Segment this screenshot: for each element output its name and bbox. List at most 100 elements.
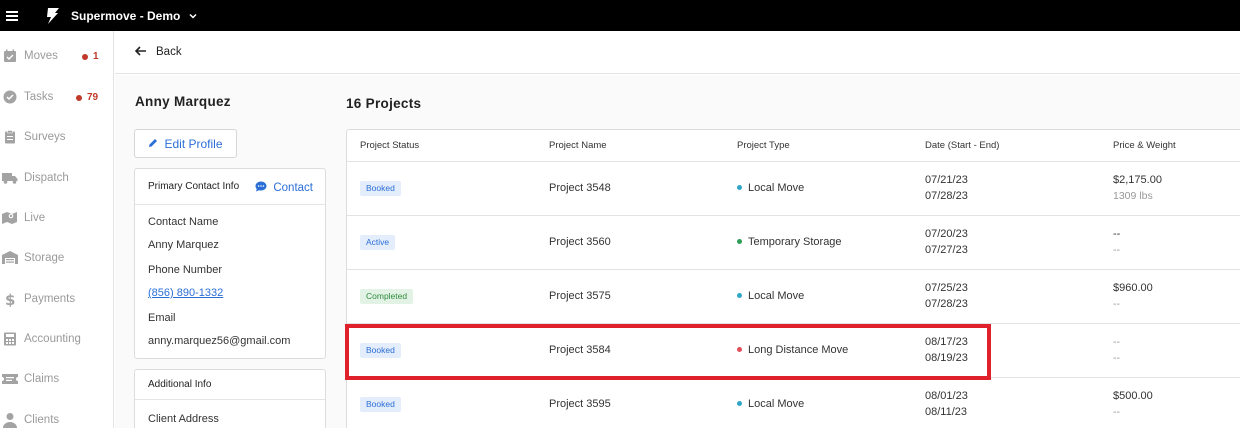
project-name[interactable]: Project 3560: [549, 236, 611, 248]
email-label: Email: [148, 312, 176, 324]
contact-name-value: Anny Marquez: [148, 239, 219, 251]
calculator-icon: [2, 331, 18, 347]
warehouse-icon: [2, 250, 18, 266]
project-start-date: 07/25/23: [925, 282, 968, 294]
map-icon: [2, 210, 18, 226]
sidebar-item-label: Accounting: [24, 333, 81, 345]
project-weight: --: [1113, 298, 1120, 310]
sidebar-item-dispatch[interactable]: Dispatch: [0, 168, 114, 188]
menu-icon[interactable]: [6, 10, 18, 21]
project-type: Local Move: [737, 182, 804, 194]
sidebar-item-accounting[interactable]: Accounting: [0, 329, 114, 349]
table-row[interactable]: Booked Project 3548 Local Move 07/21/23 …: [347, 162, 1240, 216]
project-end-date: 08/19/23: [925, 352, 968, 364]
client-address-label: Client Address: [148, 413, 219, 425]
back-button[interactable]: Back: [134, 43, 182, 61]
project-type-dot: [737, 238, 742, 244]
dollar-icon: $: [2, 291, 18, 307]
check-circle-icon: [2, 89, 18, 105]
projects-count: 16 Projects: [346, 96, 422, 111]
table-row[interactable]: Booked Project 3595 Local Move 08/01/23 …: [347, 378, 1240, 428]
sidebar-item-payments[interactable]: $ Payments: [0, 289, 114, 309]
project-weight: 1309 lbs: [1113, 190, 1153, 202]
sidebar-item-claims[interactable]: Claims: [0, 369, 114, 389]
sidebar-item-label: Claims: [24, 373, 60, 385]
status-badge[interactable]: Completed: [360, 289, 414, 304]
top-bar: Supermove - Demo: [0, 0, 1240, 31]
table-row[interactable]: Booked Project 3584 Long Distance Move 0…: [347, 324, 1240, 378]
project-price: --: [1113, 336, 1120, 348]
sidebar-item-label: Payments: [24, 293, 76, 305]
project-type: Local Move: [737, 398, 804, 410]
status-badge[interactable]: Active: [360, 235, 396, 250]
app-title[interactable]: Supermove - Demo: [71, 9, 180, 23]
project-start-date: 08/01/23: [925, 390, 968, 402]
status-badge[interactable]: Booked: [360, 181, 401, 196]
pencil-icon: [148, 135, 158, 153]
sidebar-item-surveys[interactable]: Surveys: [0, 127, 114, 147]
sidebar: Moves 1 Tasks 79 Surveys Dispatch Live S…: [0, 31, 114, 428]
project-name[interactable]: Project 3584: [549, 344, 611, 356]
project-type: Temporary Storage: [737, 236, 842, 248]
sidebar-item-label: Tasks: [24, 91, 54, 103]
project-name[interactable]: Project 3548: [549, 182, 611, 194]
back-label: Back: [156, 46, 182, 58]
project-weight: --: [1113, 244, 1120, 256]
contact-button[interactable]: Contact: [255, 179, 313, 197]
project-price: --: [1113, 228, 1121, 240]
moves-count-badge: 1: [82, 51, 99, 62]
project-type-dot: [737, 400, 742, 406]
status-badge[interactable]: Booked: [360, 397, 401, 412]
project-type-dot: [737, 292, 742, 298]
additional-info-title: Additional Info: [148, 379, 212, 390]
table-header: Project Status Project Name Project Type…: [347, 130, 1240, 162]
sidebar-item-label: Clients: [24, 414, 60, 426]
supermove-logo-icon: [46, 7, 60, 25]
primary-contact-card: Primary Contact Info Contact Contact Nam…: [134, 168, 326, 359]
project-type: Local Move: [737, 290, 804, 302]
column-header-status: Project Status: [360, 140, 420, 151]
contact-label: Contact: [273, 182, 313, 194]
additional-info-card: Additional Info Client Address: [134, 369, 326, 428]
chevron-down-icon[interactable]: [188, 11, 198, 21]
project-end-date: 08/11/23: [925, 406, 968, 418]
phone-number-link[interactable]: (856) 890-1332: [148, 287, 223, 299]
project-start-date: 07/20/23: [925, 228, 968, 240]
arrow-left-icon: [134, 43, 147, 61]
project-type: Long Distance Move: [737, 344, 848, 356]
email-value: anny.marquez56@gmail.com: [148, 335, 291, 347]
project-type-dot: [737, 184, 742, 190]
sidebar-item-storage[interactable]: Storage: [0, 248, 114, 268]
projects-table: Project Status Project Name Project Type…: [346, 129, 1240, 428]
column-header-type: Project Type: [737, 140, 790, 151]
project-name[interactable]: Project 3575: [549, 290, 611, 302]
sidebar-item-live[interactable]: Live: [0, 208, 114, 228]
sidebar-item-clients[interactable]: Clients: [0, 410, 114, 428]
column-header-name: Project Name: [549, 140, 607, 151]
project-weight: --: [1113, 406, 1120, 418]
sidebar-item-label: Storage: [24, 252, 65, 264]
status-badge[interactable]: Booked: [360, 343, 401, 358]
edit-profile-button[interactable]: Edit Profile: [134, 129, 237, 158]
primary-contact-title: Primary Contact Info: [148, 181, 240, 192]
user-icon: [2, 412, 18, 428]
project-end-date: 07/27/23: [925, 244, 968, 256]
project-start-date: 08/17/23: [925, 336, 968, 348]
primary-contact-header: Primary Contact Info Contact: [135, 169, 325, 205]
chat-bubble-icon: [255, 179, 267, 197]
edit-profile-label: Edit Profile: [164, 136, 223, 151]
project-price: $2,175.00: [1113, 174, 1162, 186]
table-row[interactable]: Completed Project 3575 Local Move 07/25/…: [347, 270, 1240, 324]
client-name: Anny Marquez: [135, 94, 231, 109]
calendar-check-icon: [2, 48, 18, 64]
column-header-price-weight: Price & Weight: [1113, 140, 1176, 151]
table-row[interactable]: Active Project 3560 Temporary Storage 07…: [347, 216, 1240, 270]
project-end-date: 07/28/23: [925, 190, 968, 202]
project-name[interactable]: Project 3595: [549, 398, 611, 410]
sidebar-item-label: Surveys: [24, 131, 66, 143]
project-start-date: 07/21/23: [925, 174, 968, 186]
sidebar-item-label: Moves: [24, 50, 58, 62]
project-price: $960.00: [1113, 282, 1153, 294]
truck-icon: [2, 170, 18, 186]
phone-number-label: Phone Number: [148, 264, 222, 276]
